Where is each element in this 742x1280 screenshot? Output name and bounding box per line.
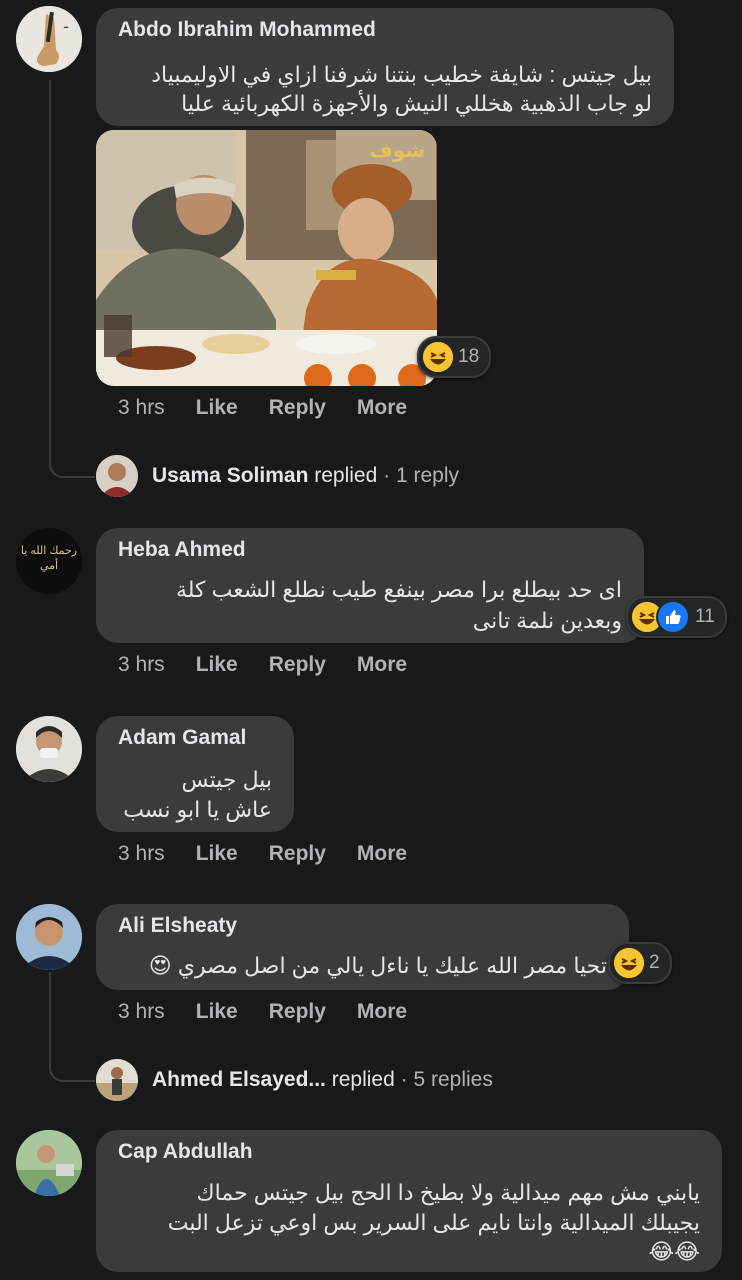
reply-button[interactable]: Reply: [269, 1000, 326, 1024]
comment-author[interactable]: Adam Gamal: [118, 726, 246, 750]
thread-line: [49, 80, 51, 452]
comment-actions: 3 hrs Like Reply More: [118, 396, 438, 420]
avatar-calligraphy: رحمك الله يا أمي: [20, 545, 78, 572]
comment-text: يجيبلك الميدالية وانتا نايم على السرير ب…: [167, 1210, 700, 1235]
comment-actions: 3 hrs Like Reply More: [118, 842, 438, 866]
more-button[interactable]: More: [357, 842, 407, 866]
comment-actions: 3 hrs Like Reply More: [118, 1000, 438, 1024]
image-watermark: شوف: [369, 140, 425, 162]
comment-text: بيل جيتس: [181, 767, 272, 792]
comment-text: بيل جيتس : شايفة خطيب بنتنا شرفنا ازاي ف…: [151, 62, 652, 87]
svg-text:ـ: ـ: [63, 16, 69, 32]
reply-preview[interactable]: Usama Soliman replied · 1 reply: [152, 464, 459, 488]
comment-bubble: Adam Gamal بيل جيتس عاش يا ابو نسب: [96, 716, 294, 832]
comment-image[interactable]: شوف: [96, 130, 437, 386]
comment-author[interactable]: Abdo Ibrahim Mohammed: [118, 18, 376, 42]
comment-actions: 3 hrs Like Reply More: [118, 653, 438, 677]
avatar[interactable]: [96, 1059, 138, 1101]
comment-bubble: Cap Abdullah يابني مش مهم ميدالية ولا بط…: [96, 1130, 722, 1272]
reply-count: · 1 reply: [383, 464, 459, 487]
comment-text: عاش يا ابو نسب: [123, 797, 272, 822]
comment-text: لو جاب الذهبية هخللي النيش والأجهزة الكه…: [181, 91, 652, 116]
avatar[interactable]: [16, 904, 82, 970]
avatar[interactable]: [16, 1130, 82, 1196]
comment-text: وبعدين نلمة تانى: [472, 608, 622, 633]
comment-time[interactable]: 3 hrs: [118, 653, 165, 677]
reply-button[interactable]: Reply: [269, 842, 326, 866]
reply-author: Usama Soliman: [152, 464, 309, 487]
haha-icon: [423, 342, 453, 372]
reaction-summary[interactable]: 11: [626, 596, 727, 638]
comment-author[interactable]: Heba Ahmed: [118, 538, 246, 562]
like-button[interactable]: Like: [196, 653, 238, 677]
more-button[interactable]: More: [357, 653, 407, 677]
reaction-summary[interactable]: 2: [608, 942, 672, 984]
reply-verb: replied: [331, 1068, 395, 1091]
thread-elbow: [49, 440, 95, 478]
reply-button[interactable]: Reply: [269, 396, 326, 420]
reply-author: Ahmed Elsayed...: [152, 1068, 326, 1091]
reply-preview[interactable]: Ahmed Elsayed... replied · 5 replies: [152, 1068, 493, 1092]
reaction-summary[interactable]: 18: [417, 336, 492, 378]
comment-author[interactable]: Ali Elsheaty: [118, 914, 237, 938]
more-button[interactable]: More: [357, 396, 407, 420]
reaction-count: 18: [458, 346, 480, 367]
comment-bubble: Abdo Ibrahim Mohammed بيل جيتس : شايفة خ…: [96, 8, 674, 126]
reply-count: · 5 replies: [400, 1068, 493, 1091]
like-button[interactable]: Like: [196, 1000, 238, 1024]
comment-time[interactable]: 3 hrs: [118, 842, 165, 866]
reaction-count: 11: [695, 606, 715, 627]
more-button[interactable]: More: [357, 1000, 407, 1024]
comment-text: 😂😂: [648, 1239, 700, 1264]
avatar[interactable]: ـ: [16, 6, 82, 72]
thread-elbow: [49, 1030, 95, 1082]
like-icon: [656, 600, 690, 634]
comment-bubble: Heba Ahmed اى حد بيطلع برا مصر بينفع طيب…: [96, 528, 644, 643]
avatar[interactable]: [96, 455, 138, 497]
avatar[interactable]: [16, 716, 82, 782]
comment-text: اى حد بيطلع برا مصر بينفع طيب نطلع الشعب…: [175, 577, 622, 602]
reply-button[interactable]: Reply: [269, 653, 326, 677]
like-button[interactable]: Like: [196, 842, 238, 866]
comment-time[interactable]: 3 hrs: [118, 396, 165, 420]
comment-author[interactable]: Cap Abdullah: [118, 1140, 253, 1164]
comment-time[interactable]: 3 hrs: [118, 1000, 165, 1024]
haha-icon: [614, 948, 644, 978]
comment-text: يابني مش مهم ميدالية ولا بطيخ دا الحج بي…: [196, 1180, 700, 1205]
comment-text: تحيا مصر الله عليك يا ناءل يالي من اصل م…: [148, 953, 607, 978]
reaction-count: 2: [649, 952, 660, 973]
reply-verb: replied: [314, 464, 378, 487]
avatar[interactable]: رحمك الله يا أمي: [16, 528, 82, 594]
comment-bubble: Ali Elsheaty تحيا مصر الله عليك يا ناءل …: [96, 904, 629, 990]
like-button[interactable]: Like: [196, 396, 238, 420]
